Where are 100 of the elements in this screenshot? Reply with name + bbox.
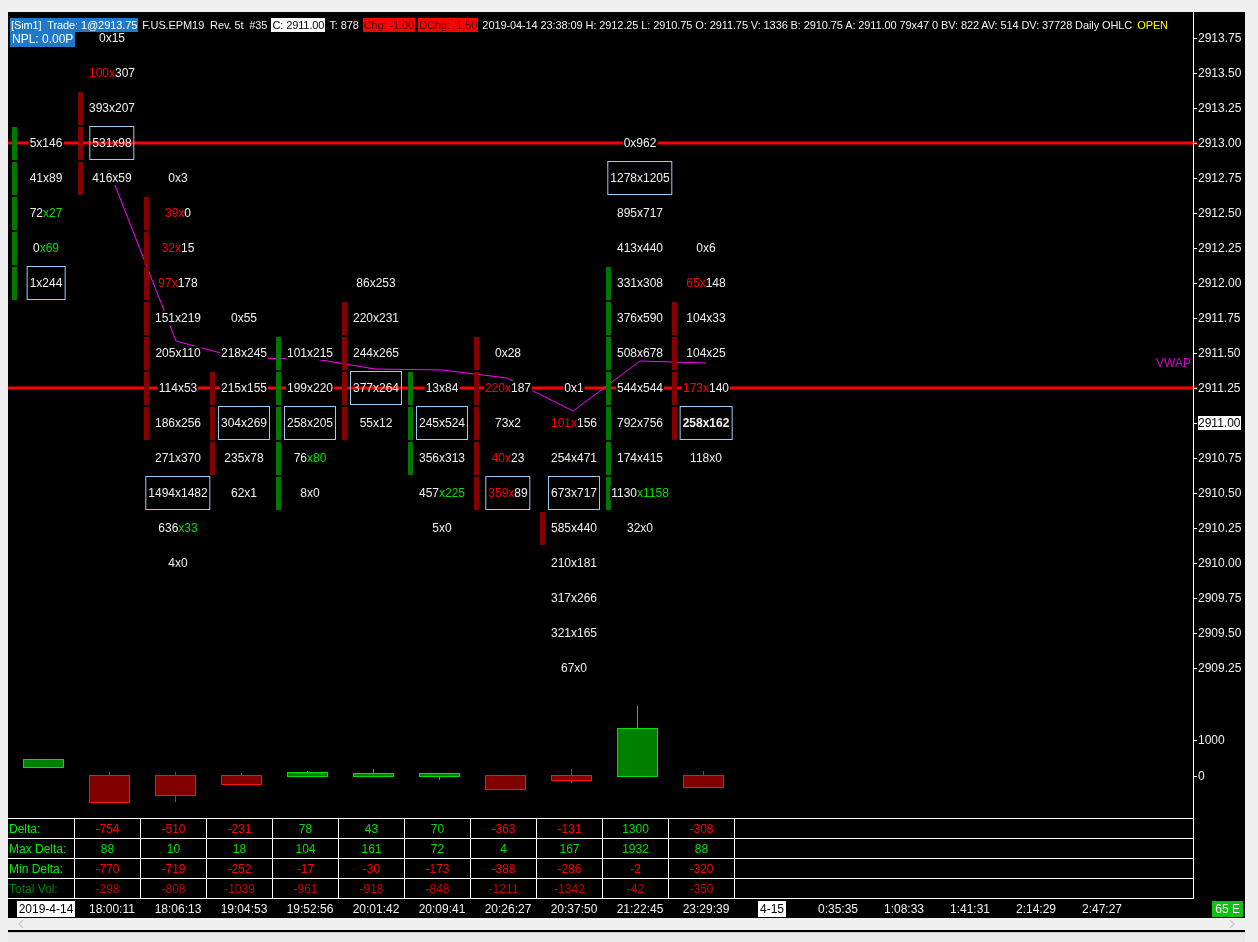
stat-value: 78	[273, 819, 339, 839]
stat-value: -719	[141, 859, 207, 879]
stat-value: -2	[603, 859, 669, 879]
stat-label: Min Delta:	[8, 859, 75, 879]
price-label: 2910.25	[1197, 521, 1242, 535]
order-flow-cell: 531x98	[89, 126, 135, 160]
stat-value: -42	[603, 879, 669, 899]
order-flow-cell: 199x220	[286, 381, 334, 395]
time-label: 20:37:50	[550, 902, 598, 916]
order-flow-cell: 317x266	[550, 591, 598, 605]
stat-value: 43	[339, 819, 405, 839]
order-flow-cell: 895x717	[616, 206, 664, 220]
price-label: 2913.50	[1197, 66, 1242, 80]
price-label: 2912.50	[1197, 206, 1242, 220]
status-label: OPEN	[1136, 18, 1169, 32]
order-flow-cell: 40x23	[490, 451, 526, 465]
time-label: 20:01:42	[352, 902, 400, 916]
stat-label: Total Vol:	[8, 879, 75, 899]
vwap-label: VWAP	[1156, 356, 1191, 370]
order-flow-cell: 67x0	[560, 661, 588, 675]
order-flow-cell: 65x148	[685, 276, 727, 290]
order-flow-cell: 101x156	[549, 416, 599, 430]
account-label: [Sim1] Trade: 1@2913.75	[10, 18, 139, 32]
order-flow-cell: 508x678	[616, 346, 664, 360]
order-flow-cell: 174x415	[616, 451, 664, 465]
price-label: 2911.75	[1197, 311, 1241, 325]
delta-candle	[287, 770, 328, 777]
order-flow-cell: 5x0	[431, 521, 453, 535]
time-label: 2:14:29	[1015, 902, 1056, 916]
order-flow-cell: 210x181	[550, 556, 598, 570]
order-flow-cell: 244x265	[352, 346, 400, 360]
stat-label: Max Delta:	[8, 839, 75, 859]
time-label: 23:29:39	[682, 902, 730, 916]
delta-candle	[683, 770, 724, 788]
order-flow-cell: 118x0	[689, 451, 723, 465]
stat-value: -510	[141, 819, 207, 839]
order-flow-cell: 8x0	[299, 486, 321, 500]
stat-value: -1342	[537, 879, 603, 899]
order-flow-cell: 585x440	[550, 521, 598, 535]
time-label: 1:41:31	[949, 902, 990, 916]
order-flow-cell: 62x1	[230, 486, 258, 500]
delta-candle	[485, 775, 526, 790]
axis-label: 0	[1197, 769, 1205, 783]
price-label: 2912.25	[1197, 241, 1242, 255]
time-label: 18:00:11	[89, 902, 135, 916]
order-flow-cell: 73x2	[494, 416, 522, 430]
stat-value: -320	[669, 859, 735, 879]
stat-value: 4	[471, 839, 537, 859]
order-flow-cell: 376x590	[616, 311, 664, 325]
delta-candle	[23, 759, 64, 768]
stat-value: -298	[75, 879, 141, 899]
time-label: 2:47:27	[1081, 902, 1122, 916]
order-flow-cell: 416x59	[91, 171, 133, 185]
delta-candle	[617, 705, 658, 777]
time-label: 20:26:27	[484, 902, 532, 916]
stat-value: -17	[273, 859, 339, 879]
quote-text: T: 878	[328, 18, 360, 32]
pnl-label: NPL: 0.00P	[10, 32, 76, 47]
price-label: 2912.00	[1197, 276, 1242, 290]
stat-value: 18	[207, 839, 273, 859]
order-flow-cell: 1x244	[26, 266, 66, 300]
stat-value: 72	[405, 839, 471, 859]
stat-value: -363	[471, 819, 537, 839]
price-label: 2909.50	[1197, 626, 1242, 640]
stat-value: 1932	[603, 839, 669, 859]
time-label: 4-15	[758, 901, 786, 917]
order-flow-cell: 5x146	[28, 136, 64, 150]
order-flow-cell: 0x1	[563, 381, 585, 395]
delta-candle	[155, 771, 196, 803]
order-flow-cell: 331x308	[616, 276, 664, 290]
stat-value: -961	[273, 879, 339, 899]
time-label: 18:06:13	[154, 902, 202, 916]
order-flow-cell: 254x471	[550, 451, 598, 465]
delta-candle	[551, 768, 592, 784]
delta-candle	[221, 772, 262, 785]
order-flow-cell: 1494x1482	[145, 476, 211, 510]
order-flow-cell: 4x0	[167, 556, 189, 570]
order-flow-cell: 457x225	[417, 486, 467, 500]
order-flow-cell: 86x253	[355, 276, 397, 290]
price-label: 2909.25	[1197, 661, 1242, 675]
order-flow-cell: 0x28	[494, 346, 522, 360]
stat-value: 1300	[603, 819, 669, 839]
change-label: DChg: -1.50	[418, 18, 479, 32]
order-flow-cell: 304x269	[218, 406, 270, 440]
stat-value: -1211	[471, 879, 537, 899]
stat-value: -1039	[207, 879, 273, 899]
order-flow-cell: 186x256	[154, 416, 202, 430]
order-flow-cell: 104x25	[685, 346, 727, 360]
stat-value: -131	[537, 819, 603, 839]
price-label: 2911.50	[1197, 346, 1241, 360]
stat-value: 70	[405, 819, 471, 839]
stat-value: 88	[75, 839, 141, 859]
quote-text: F.US.EPM19 Rev. 5t #35	[141, 18, 269, 32]
order-flow-cell: 0x55	[230, 311, 258, 325]
order-flow-cell: 151x219	[154, 311, 202, 325]
quote-text: 2019-04-14 23:38:09 H: 2912.25 L: 2910.75 O: 2911.75 V: 1336 B: 2910.75 A: 2911.00 79x47 0 BV: 822 AV: 514 DV: 37728 Daily OHLC	[481, 18, 1134, 32]
delta-candle	[419, 772, 460, 781]
stat-value: 88	[669, 839, 735, 859]
stat-value: 10	[141, 839, 207, 859]
stat-value: -30	[339, 859, 405, 879]
